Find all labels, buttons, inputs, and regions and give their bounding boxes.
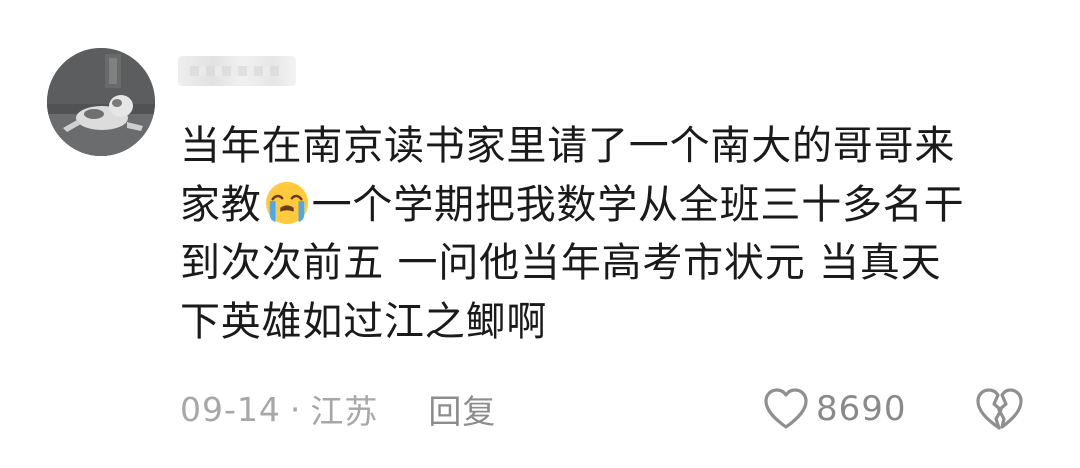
username-blurred[interactable] — [178, 56, 296, 86]
cat-avatar-icon — [47, 48, 155, 156]
user-avatar[interactable] — [47, 48, 155, 156]
comment-line-5: 下英雄如过江之鲫啊 — [180, 298, 548, 345]
comment-line-4: 到次次前五 一问他当年高考市状元 当真天 — [180, 240, 942, 286]
comment-date: 09-14 — [180, 389, 281, 429]
comment-meta: 09-14 · 江苏 回复 — [180, 386, 496, 432]
dislike-button[interactable] — [972, 386, 1026, 432]
like-count: 8690 — [816, 389, 907, 429]
reply-button[interactable]: 回复 — [428, 385, 496, 433]
comment-line-2: 家教 — [180, 181, 262, 228]
like-button[interactable]: 8690 — [762, 386, 907, 432]
comment-location: 江苏 — [310, 392, 379, 431]
comment-line-3: 一个学期把我数学从全班三十多名干 — [311, 181, 965, 228]
broken-heart-icon — [976, 388, 1023, 430]
comment-line-1: 当年在南京读书家里请了一个南大的哥哥来 — [180, 123, 956, 169]
meta-separator: · — [289, 389, 302, 429]
comment-text: 当年在南京读书家里请了一个南大的哥哥来 家教 一个学期把我数学从全班三十多名干到次… — [180, 117, 1040, 351]
heart-outline-icon — [764, 388, 808, 429]
comment-card: 当年在南京读书家里请了一个南大的哥哥来 家教 一个学期把我数学从全班三十多名干到次… — [0, 0, 1080, 468]
loudly-crying-face-emoji-icon — [265, 181, 308, 224]
